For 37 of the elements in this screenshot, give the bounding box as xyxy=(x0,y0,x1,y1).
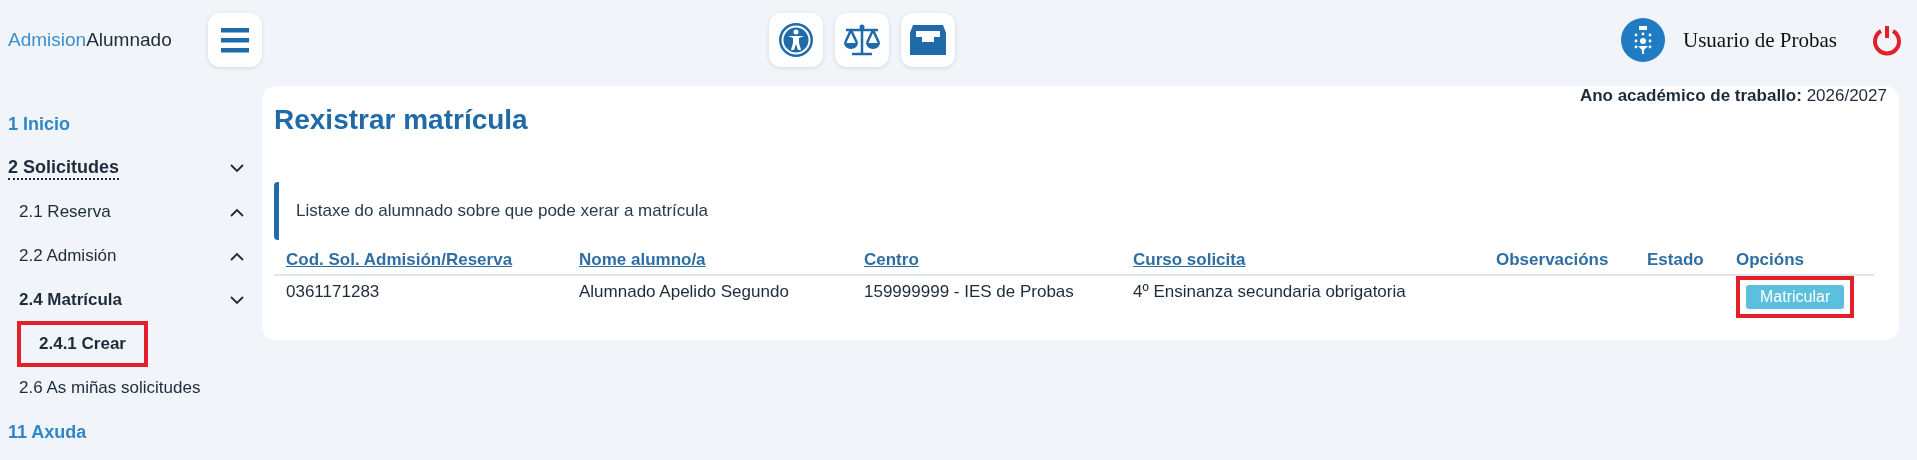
coat-of-arms-icon xyxy=(1621,18,1665,62)
table-cell: 159999999 - IES de Probas xyxy=(864,282,1074,301)
academic-year: Ano académico de traballo: 2026/2027 xyxy=(1579,86,1887,106)
accessibility-button[interactable] xyxy=(768,13,823,67)
menu-button[interactable] xyxy=(208,13,262,67)
chevron-down-icon[interactable] xyxy=(230,163,244,173)
column-header[interactable]: Cod. Sol. Admisión/Reserva xyxy=(286,250,513,269)
scales-button[interactable] xyxy=(834,13,889,67)
column-header: Observacións xyxy=(1496,250,1609,269)
column-header: Opcións xyxy=(1736,250,1804,269)
scales-icon xyxy=(841,22,882,58)
table-cell: 0361171283 xyxy=(286,282,380,301)
inbox-icon xyxy=(908,23,947,57)
sidebar-item[interactable]: 1 Inicio xyxy=(8,113,70,135)
column-header: Estado xyxy=(1647,250,1704,269)
sidebar-item[interactable]: 2.1 Reserva xyxy=(19,202,111,222)
column-header[interactable]: Nome alumno/a xyxy=(579,250,706,269)
sidebar-item[interactable]: 2.2 Admisión xyxy=(19,246,117,266)
accessibility-icon xyxy=(777,22,814,58)
power-icon[interactable] xyxy=(1871,24,1903,56)
table-cell: 4º Ensinanza secundaria obrigatoria xyxy=(1133,282,1406,301)
sidebar-item[interactable]: 2.4 Matrícula xyxy=(19,290,122,310)
info-notice: Listaxe do alumnado sobre que pode xerar a matrícula xyxy=(274,182,1887,240)
chevron-up-icon[interactable] xyxy=(230,251,244,261)
menu-icon xyxy=(221,27,249,53)
inbox-button[interactable] xyxy=(900,13,955,67)
chevron-down-icon[interactable] xyxy=(230,295,244,305)
sidebar-item[interactable]: 2.6 As miñas solicitudes xyxy=(19,378,201,398)
sidebar-item[interactable]: 2 Solicitudes xyxy=(8,156,120,180)
table-cell: Alumnado Apelido Segundo xyxy=(579,282,789,301)
user-name: Usuario de Probas xyxy=(1683,27,1837,53)
app-logo[interactable]: AdmisionAlumnado xyxy=(8,29,208,51)
page-title: Rexistrar matrícula xyxy=(274,104,528,136)
sidebar-item[interactable]: 11 Axuda xyxy=(8,421,87,443)
column-header[interactable]: Curso solicita xyxy=(1133,250,1246,269)
chevron-up-icon[interactable] xyxy=(230,207,244,217)
column-header[interactable]: Centro xyxy=(864,250,919,269)
